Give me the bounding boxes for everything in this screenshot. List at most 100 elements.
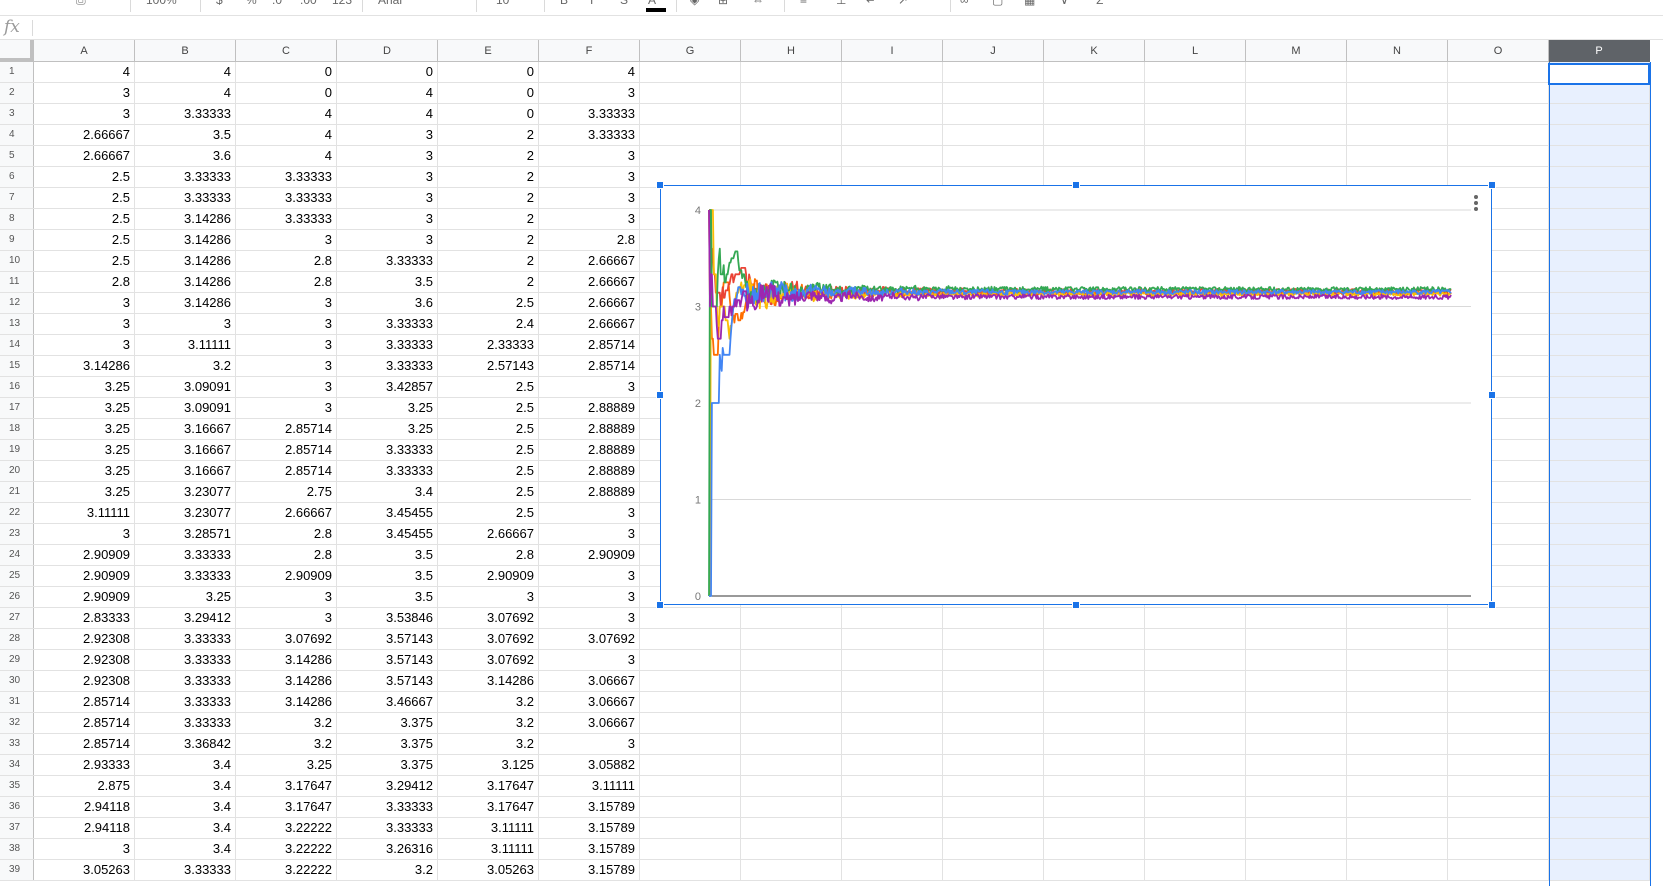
cell-b[interactable]: 3.33333	[135, 104, 236, 124]
cell-f[interactable]: 3.06667	[539, 671, 640, 691]
cell-a[interactable]: 4	[34, 62, 135, 82]
row-header[interactable]: 22	[0, 503, 34, 523]
cell-f[interactable]: 3.11111	[539, 776, 640, 796]
cell-g[interactable]	[640, 776, 741, 796]
cell-d[interactable]: 3.33333	[337, 440, 438, 460]
cell-b[interactable]: 3.11111	[135, 335, 236, 355]
cell-g[interactable]	[640, 629, 741, 649]
cell-o[interactable]	[1448, 146, 1549, 166]
row-header[interactable]: 3	[0, 104, 34, 124]
cell-n[interactable]	[1347, 125, 1448, 145]
cell-c[interactable]: 3.25	[236, 755, 337, 775]
cell-n[interactable]	[1347, 860, 1448, 880]
cell-n[interactable]	[1347, 146, 1448, 166]
cell-e[interactable]: 2	[438, 209, 539, 229]
cell-k[interactable]	[1044, 608, 1145, 628]
cell-d[interactable]: 3.4	[337, 482, 438, 502]
cell-p[interactable]	[1549, 188, 1650, 208]
cell-h[interactable]	[741, 167, 842, 187]
cell-j[interactable]	[943, 167, 1044, 187]
cell-p[interactable]	[1549, 167, 1650, 187]
cell-k[interactable]	[1044, 818, 1145, 838]
cell-j[interactable]	[943, 62, 1044, 82]
cell-e[interactable]: 2.5	[438, 293, 539, 313]
cell-f[interactable]: 3.07692	[539, 629, 640, 649]
cell-h[interactable]	[741, 755, 842, 775]
cell-i[interactable]	[842, 860, 943, 880]
cell-p[interactable]	[1549, 440, 1650, 460]
cell-c[interactable]: 2.75	[236, 482, 337, 502]
cell-d[interactable]: 3	[337, 188, 438, 208]
cell-d[interactable]: 3.33333	[337, 251, 438, 271]
cell-k[interactable]	[1044, 755, 1145, 775]
cell-k[interactable]	[1044, 734, 1145, 754]
cell-h[interactable]	[741, 83, 842, 103]
cell-e[interactable]: 3	[438, 587, 539, 607]
cell-m[interactable]	[1246, 692, 1347, 712]
cell-c[interactable]: 3	[236, 377, 337, 397]
cell-p[interactable]	[1549, 566, 1650, 586]
cell-f[interactable]: 3	[539, 209, 640, 229]
cell-p[interactable]	[1549, 818, 1650, 838]
cell-n[interactable]	[1347, 776, 1448, 796]
column-header-m[interactable]: M	[1246, 40, 1347, 62]
cell-g[interactable]	[640, 713, 741, 733]
cell-n[interactable]	[1347, 839, 1448, 859]
cell-k[interactable]	[1044, 167, 1145, 187]
cell-a[interactable]: 2.5	[34, 167, 135, 187]
cell-o[interactable]	[1448, 671, 1549, 691]
cell-b[interactable]: 3.33333	[135, 188, 236, 208]
column-header-h[interactable]: H	[741, 40, 842, 62]
cell-f[interactable]: 2.8	[539, 230, 640, 250]
cell-j[interactable]	[943, 797, 1044, 817]
cell-b[interactable]: 4	[135, 83, 236, 103]
cell-m[interactable]	[1246, 713, 1347, 733]
cell-d[interactable]: 3.375	[337, 713, 438, 733]
align-button[interactable]: ≡	[800, 0, 807, 9]
print-button[interactable]: ⎙	[76, 0, 86, 9]
cell-d[interactable]: 3.33333	[337, 818, 438, 838]
column-header-b[interactable]: B	[135, 40, 236, 62]
cell-n[interactable]	[1347, 755, 1448, 775]
cell-d[interactable]: 3.46667	[337, 692, 438, 712]
cell-p[interactable]	[1549, 272, 1650, 292]
row-header[interactable]: 12	[0, 293, 34, 313]
cell-b[interactable]: 3.4	[135, 755, 236, 775]
column-header-n[interactable]: N	[1347, 40, 1448, 62]
resize-handle[interactable]	[656, 601, 664, 609]
cell-p[interactable]	[1549, 524, 1650, 544]
cell-b[interactable]: 3.33333	[135, 566, 236, 586]
cell-a[interactable]: 3.11111	[34, 503, 135, 523]
cell-g[interactable]	[640, 125, 741, 145]
cell-d[interactable]: 0	[337, 62, 438, 82]
cell-d[interactable]: 3.57143	[337, 671, 438, 691]
cell-f[interactable]: 2.85714	[539, 335, 640, 355]
cell-o[interactable]	[1448, 104, 1549, 124]
cell-g[interactable]	[640, 146, 741, 166]
cell-c[interactable]: 4	[236, 104, 337, 124]
cell-f[interactable]: 2.66667	[539, 314, 640, 334]
cell-b[interactable]: 3.36842	[135, 734, 236, 754]
cell-p[interactable]	[1549, 713, 1650, 733]
cell-b[interactable]: 3	[135, 314, 236, 334]
cell-a[interactable]: 3.25	[34, 482, 135, 502]
cell-i[interactable]	[842, 734, 943, 754]
cell-b[interactable]: 3.16667	[135, 440, 236, 460]
row-header[interactable]: 29	[0, 650, 34, 670]
link-button[interactable]: ∞	[960, 0, 969, 9]
cell-a[interactable]: 2.8	[34, 272, 135, 292]
cell-b[interactable]: 3.14286	[135, 293, 236, 313]
cell-f[interactable]: 3.15789	[539, 860, 640, 880]
cell-f[interactable]: 2.88889	[539, 482, 640, 502]
cell-f[interactable]: 3	[539, 503, 640, 523]
comment-button[interactable]: ▢	[992, 0, 1003, 9]
cell-o[interactable]	[1448, 692, 1549, 712]
cell-c[interactable]: 2.8	[236, 545, 337, 565]
cell-b[interactable]: 3.14286	[135, 209, 236, 229]
cell-e[interactable]: 2	[438, 125, 539, 145]
cell-h[interactable]	[741, 713, 842, 733]
column-header-e[interactable]: E	[438, 40, 539, 62]
cell-h[interactable]	[741, 734, 842, 754]
cell-m[interactable]	[1246, 818, 1347, 838]
cell-c[interactable]: 3	[236, 398, 337, 418]
